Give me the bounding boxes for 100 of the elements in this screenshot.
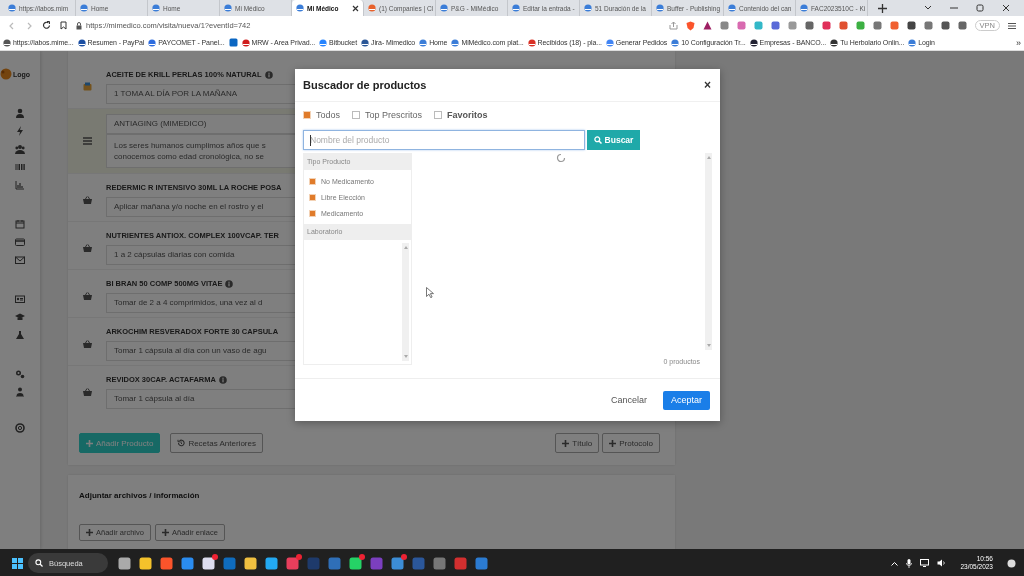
credit-card-icon[interactable] [15,237,25,247]
plus-icon [562,439,570,447]
site-icon [148,38,157,47]
graduation-cap-icon[interactable] [15,312,25,322]
plus-icon [609,439,617,447]
site-icon [361,38,369,47]
site-icon [749,38,758,47]
more-bookmarks-button[interactable]: » [1016,37,1021,48]
site-icon [830,38,839,47]
site-icon [77,38,86,47]
site-icon [584,4,592,12]
logo-icon [0,68,12,80]
checkbox[interactable] [303,111,311,119]
product-icon [82,82,92,91]
chart-icon[interactable] [15,180,25,190]
checkbox-label: Favoritos [447,110,488,120]
accept-button[interactable]: Aceptar [662,390,710,410]
site-icon [8,4,16,12]
maximize-icon[interactable] [976,4,984,12]
notification-icon[interactable] [1007,558,1016,568]
chevron-up-icon[interactable] [891,560,899,566]
notification-badge [296,553,302,560]
previous-recipes-button[interactable]: Recetas Anteriores [170,433,263,453]
user-icon[interactable] [15,108,25,118]
basket-icon [82,387,92,396]
checkbox[interactable] [309,177,316,185]
close-icon[interactable] [1002,4,1010,12]
site-icon [440,4,448,12]
app-icon[interactable] [139,556,152,570]
bookmark-icon[interactable] [60,21,67,30]
speaker-icon[interactable] [937,559,947,567]
user-upload-icon[interactable] [15,387,25,397]
site-icon [800,4,808,12]
close-button[interactable]: × [704,78,711,92]
notification-badge [401,553,407,560]
flask-icon[interactable] [15,330,25,340]
reload-icon[interactable] [42,21,51,30]
site-icon [656,4,664,12]
bolt-icon[interactable] [15,126,25,136]
monitor-icon[interactable] [920,559,930,567]
site-icon [368,4,376,12]
menu-icon[interactable] [1008,21,1016,30]
search-icon [35,559,43,567]
history-icon [177,439,186,447]
lifebuoy-icon[interactable] [15,423,25,433]
site-icon [419,38,428,47]
checkbox-label: Top Prescritos [365,110,423,120]
site-icon [728,4,736,12]
plus-icon[interactable] [878,3,887,13]
site-icon [224,4,232,12]
site-icon [3,38,11,47]
scrollbar[interactable] [402,243,409,361]
app-icon[interactable] [265,556,278,570]
calendar-icon[interactable] [15,219,25,229]
close-icon[interactable] [352,4,359,12]
share-icon[interactable] [668,21,678,30]
users-icon[interactable] [15,144,25,154]
list-icon [82,137,92,145]
bookmark-icon[interactable] [228,38,238,47]
checkbox[interactable] [309,209,316,217]
site-icon [512,4,520,12]
app-icon[interactable] [349,556,362,570]
notification-badge [212,553,218,560]
gears-icon[interactable] [15,369,25,379]
checkbox[interactable] [309,193,316,201]
scroll-up-icon [706,156,711,159]
id-card-icon[interactable] [15,294,25,304]
add-title-button[interactable]: Título [555,433,600,453]
modal-title: Buscador de productos [303,79,427,91]
app-icon[interactable] [202,556,215,570]
checkbox[interactable] [434,111,443,119]
shield-icon[interactable] [685,20,695,31]
microphone-icon[interactable] [906,558,913,568]
add-protocol-button[interactable]: Protocolo [602,433,660,453]
site-icon [527,38,536,47]
site-icon [152,4,160,12]
basket-icon [82,243,92,252]
basket-icon [82,291,92,300]
app-icon[interactable] [160,556,173,570]
section-title: Adjuntar archivos / información [79,491,201,500]
barcode-icon[interactable] [15,162,25,172]
basket-icon [82,339,92,348]
scroll-down-icon [403,355,408,358]
notification-badge [359,553,365,560]
mail-icon[interactable] [15,255,25,265]
app-icon[interactable] [244,556,257,570]
checkbox[interactable] [352,111,361,119]
start-icon[interactable] [12,557,23,569]
lock-icon [76,21,82,30]
cancel-button[interactable]: Cancelar [604,394,653,406]
scrollbar[interactable] [705,153,712,350]
site-icon [241,38,250,47]
cursor-icon [426,287,434,298]
app-icon[interactable] [118,556,131,570]
chevron-down-icon[interactable] [924,5,932,11]
site-icon [451,38,460,47]
site-icon [319,38,328,47]
site-icon [908,38,917,47]
triangle-icon[interactable] [702,21,712,30]
site-icon [605,38,614,47]
